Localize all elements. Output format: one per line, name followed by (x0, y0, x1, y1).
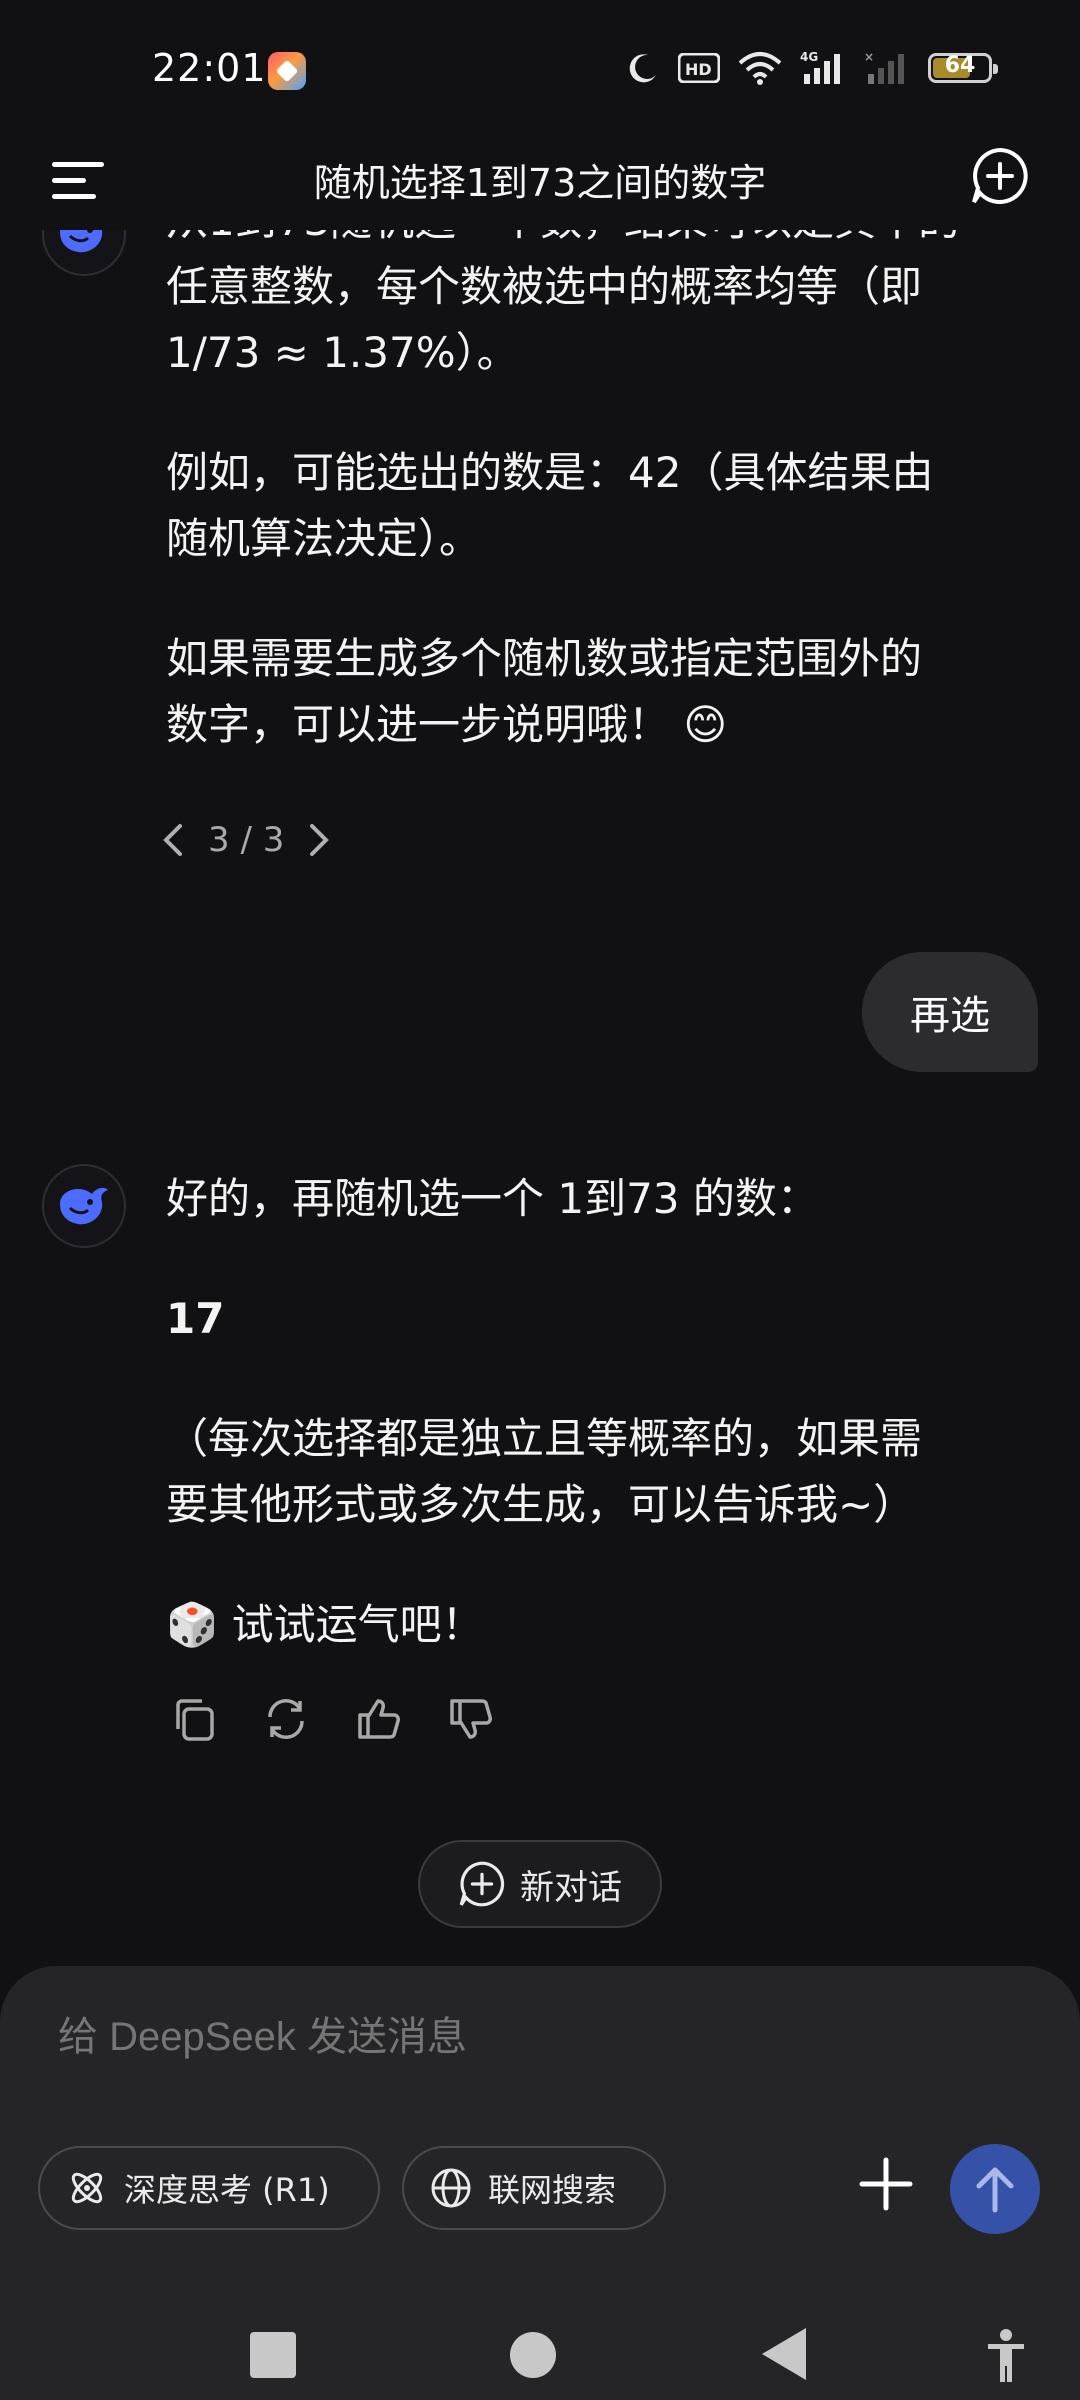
refresh-icon (268, 1699, 304, 1739)
message-text: 随机算法决定）。 (166, 514, 482, 563)
signal-4g-icon: 4G (800, 50, 840, 84)
dislike-button[interactable] (446, 1695, 494, 1743)
svg-text:×: × (864, 50, 874, 64)
wifi-icon (738, 52, 782, 85)
status-icons: HD 4G × 64 (626, 50, 998, 86)
arrow-up-icon (976, 2167, 1014, 2213)
copy-icon (176, 1699, 214, 1741)
app-screen: 22:01 HD 4G × 64 随机选择1到73之间的数字 任意整数，每个数被… (0, 0, 1080, 2400)
app-notification-icon (268, 52, 306, 90)
status-bar: 22:01 HD 4G × 64 (0, 0, 1080, 130)
new-chat-icon (459, 1861, 505, 1907)
message-text: 好的，再随机选一个 1到73 的数： (166, 1174, 819, 1223)
message-text: 1/73 ≈ 1.37%）。 (166, 328, 519, 377)
back-button[interactable] (762, 2328, 806, 2380)
thumbs-down-icon (450, 1699, 492, 1739)
deep-think-toggle[interactable]: 深度思考 (R1) (38, 2146, 380, 2230)
web-search-toggle[interactable]: 联网搜索 (402, 2146, 666, 2230)
globe-icon (431, 2168, 471, 2208)
message-actions (170, 1695, 494, 1743)
new-dialog-button[interactable]: 新对话 (418, 1840, 662, 1928)
new-chat-button[interactable] (970, 146, 1030, 206)
attach-plus-button[interactable] (856, 2154, 916, 2214)
home-button[interactable] (510, 2332, 556, 2378)
whale-logo-icon (60, 1187, 108, 1225)
message-text: 要其他形式或多次生成，可以告诉我~） (166, 1480, 916, 1529)
new-dialog-label: 新对话 (520, 1867, 622, 1908)
user-message-text: 再选 (910, 993, 990, 1039)
battery-level: 64 (944, 53, 976, 78)
chat-area[interactable]: 从1到73随机选一个数，结果可以是其中的 任意整数，每个数被选中的概率均等（即 … (0, 200, 1080, 1960)
message-text: 🎲 试试运气吧！ (166, 1600, 484, 1649)
thumbs-up-icon (358, 1699, 400, 1739)
message-input[interactable] (56, 2014, 760, 2061)
page-title: 随机选择1到73之间的数字 (313, 161, 767, 205)
accessibility-icon[interactable] (986, 2328, 1026, 2384)
do-not-disturb-icon (629, 54, 656, 83)
message-text: 数字，可以进一步说明哦！ 😊 (166, 700, 728, 749)
copy-button[interactable] (170, 1695, 218, 1743)
message-text: 任意整数，每个数被选中的概率均等（即 (166, 262, 923, 311)
battery-icon: 64 (928, 53, 998, 83)
message-text: 例如，可能选出的数是：42（具体结果由 (166, 448, 934, 497)
chevron-right-icon[interactable] (308, 822, 332, 858)
assistant-message: 从1到73随机选一个数，结果可以是其中的 任意整数，每个数被选中的概率均等（即 … (166, 200, 1006, 758)
message-text: 如果需要生成多个随机数或指定范围外的 (166, 634, 923, 683)
assistant-message: 好的，再随机选一个 1到73 的数： 17 （每次选择都是独立且等概率的，如果需… (166, 1166, 1006, 1658)
deep-think-label: 深度思考 (R1) (124, 2171, 330, 2209)
pager-count: 3 / 3 (208, 820, 285, 860)
chevron-left-icon[interactable] (160, 822, 184, 858)
response-pager: 3 / 3 (160, 820, 332, 860)
signal-no-sim-icon: × (864, 50, 904, 84)
system-nav-bar (0, 2290, 1080, 2400)
send-button[interactable] (950, 2144, 1040, 2234)
message-text: （每次选择都是独立且等概率的，如果需 (166, 1414, 923, 1463)
user-message-bubble[interactable]: 再选 (862, 952, 1038, 1072)
assistant-avatar (42, 1164, 126, 1248)
like-button[interactable] (354, 1695, 402, 1743)
svg-text:HD: HD (685, 60, 712, 79)
hd-icon: HD (678, 53, 720, 83)
web-search-label: 联网搜索 (488, 2171, 617, 2209)
svg-text:4G: 4G (800, 50, 818, 64)
recents-button[interactable] (250, 2332, 296, 2378)
regenerate-button[interactable] (262, 1695, 310, 1743)
atom-icon (71, 2172, 103, 2204)
top-nav: 随机选择1到73之间的数字 (0, 130, 1080, 230)
status-time: 22:01 (152, 46, 267, 90)
random-number: 17 (166, 1294, 225, 1343)
